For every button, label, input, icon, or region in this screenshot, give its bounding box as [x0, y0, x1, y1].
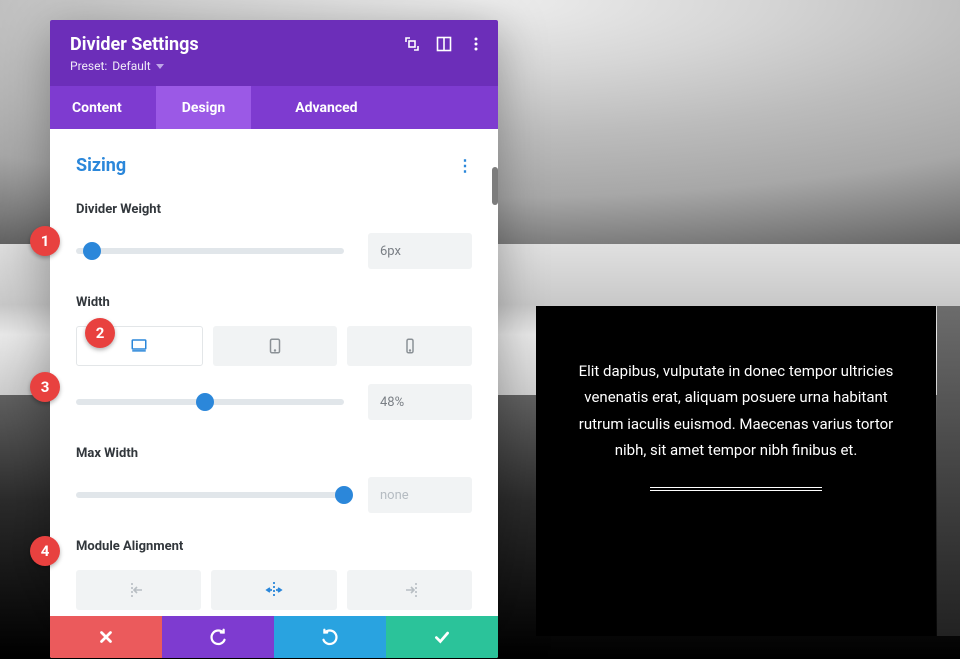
field-width: Width — [76, 287, 472, 438]
undo-button[interactable] — [162, 616, 274, 658]
input-max-width[interactable]: none — [368, 477, 472, 513]
field-max-width: Max Width none — [76, 438, 472, 531]
label-width: Width — [76, 295, 472, 310]
redo-button[interactable] — [274, 616, 386, 658]
modal-header: Divider Settings Preset: Default — [50, 20, 498, 86]
modal-footer — [50, 616, 498, 658]
more-icon[interactable] — [468, 36, 484, 52]
slider-max-width[interactable] — [76, 492, 344, 498]
tab-advanced[interactable]: Advanced — [269, 86, 383, 129]
slider-thumb[interactable] — [83, 242, 101, 260]
field-divider-weight: Divider Weight 6px — [76, 194, 472, 287]
tab-content[interactable]: Content — [50, 86, 156, 129]
preset-selector[interactable]: Preset: Default — [70, 59, 164, 73]
expand-icon[interactable] — [404, 36, 420, 52]
slider-divider-weight[interactable] — [76, 248, 344, 254]
section-options-icon[interactable]: ⋮ — [457, 161, 472, 171]
input-width[interactable]: 48% — [368, 384, 472, 420]
slider-thumb[interactable] — [335, 486, 353, 504]
device-tabs — [76, 326, 472, 366]
slider-thumb[interactable] — [196, 393, 214, 411]
device-tab-tablet[interactable] — [213, 326, 338, 366]
scrollbar-thumb[interactable] — [492, 167, 498, 205]
align-center[interactable] — [211, 570, 336, 610]
preview-divider — [650, 487, 823, 491]
chevron-down-icon — [156, 64, 164, 69]
modal-tabs: Content Design Advanced — [50, 86, 498, 129]
settings-modal: Divider Settings Preset: Default Content… — [50, 20, 498, 658]
preset-prefix: Preset: — [70, 59, 107, 73]
device-tab-phone[interactable] — [347, 326, 472, 366]
alignment-tabs — [76, 570, 472, 610]
annotation-marker-3: 3 — [30, 372, 60, 402]
preview-panel: Elit dapibus, vulputate in donec tempor … — [536, 306, 936, 636]
bg-strip — [937, 306, 960, 636]
annotation-marker-2: 2 — [85, 318, 115, 348]
annotation-marker-1: 1 — [30, 226, 60, 256]
align-left[interactable] — [76, 570, 201, 610]
label-max-width: Max Width — [76, 446, 472, 461]
input-divider-weight[interactable]: 6px — [368, 233, 472, 269]
preview-text: Elit dapibus, vulputate in donec tempor … — [576, 358, 896, 463]
align-right[interactable] — [347, 570, 472, 610]
field-module-alignment: Module Alignment — [76, 531, 472, 616]
label-divider-weight: Divider Weight — [76, 202, 472, 217]
label-module-alignment: Module Alignment — [76, 539, 472, 554]
tab-design[interactable]: Design — [156, 86, 251, 129]
slider-width[interactable] — [76, 399, 344, 405]
save-button[interactable] — [386, 616, 498, 658]
columns-icon[interactable] — [436, 36, 452, 52]
annotation-marker-4: 4 — [30, 536, 60, 566]
modal-body: Sizing ⋮ Divider Weight 6px — [50, 129, 498, 616]
preset-value: Default — [112, 59, 150, 73]
cancel-button[interactable] — [50, 616, 162, 658]
section-title[interactable]: Sizing — [76, 155, 126, 176]
